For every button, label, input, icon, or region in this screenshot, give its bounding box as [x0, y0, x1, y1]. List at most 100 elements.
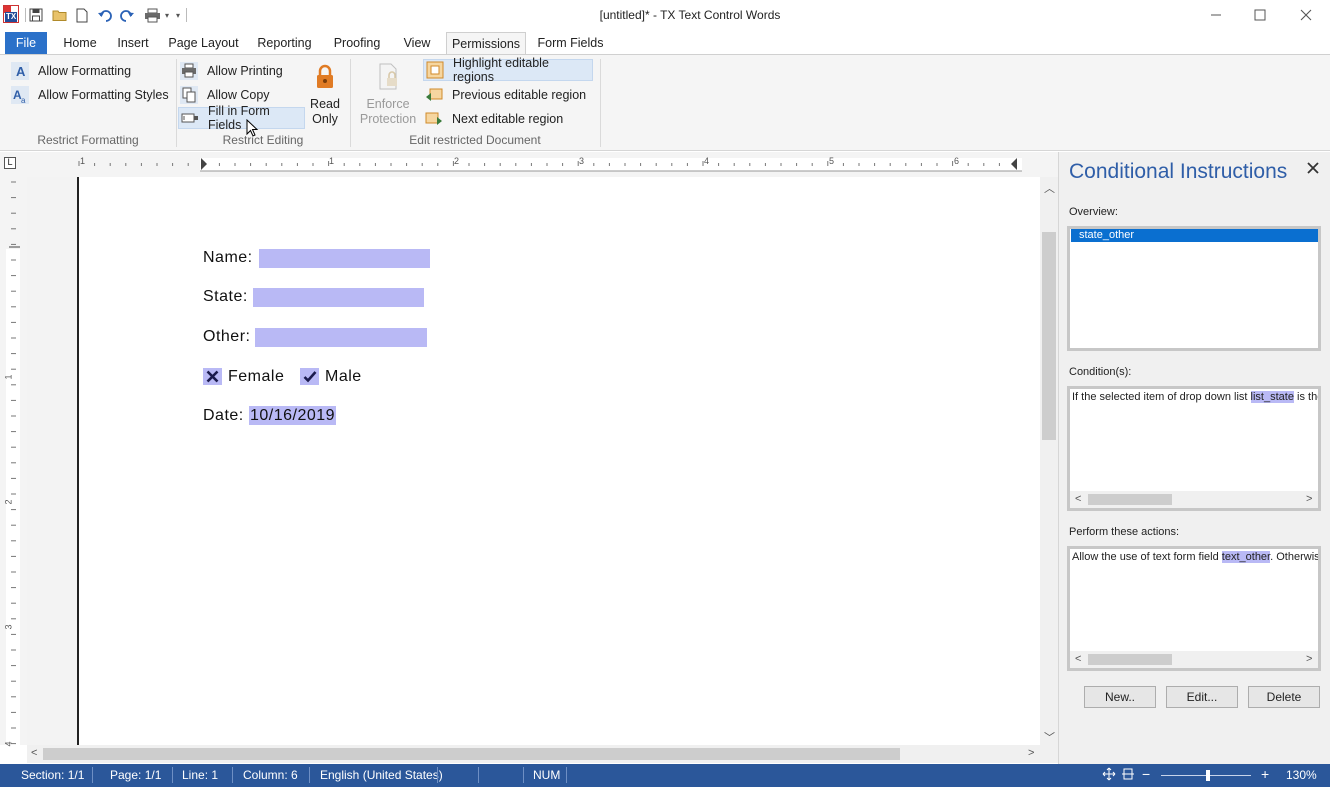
conditions-box[interactable]: If the selected item of drop down list l… — [1067, 386, 1321, 511]
document-page[interactable]: Name: State: Other: Female Male Date: 10… — [77, 177, 1040, 745]
menu-tabs: File Home Insert Page Layout Reporting P… — [0, 31, 1330, 55]
checkmark-icon — [303, 371, 316, 383]
scroll-left-icon[interactable]: < — [31, 747, 37, 759]
next-region-icon — [424, 109, 444, 129]
scroll-up-icon[interactable]: ︿ — [1044, 180, 1055, 196]
scroll-right-icon[interactable]: > — [1028, 747, 1034, 759]
horizontal-scrollbar[interactable]: < > — [1070, 491, 1318, 508]
allow-copy-button[interactable]: Allow Copy — [179, 84, 270, 106]
condition-text: If the selected item of drop down list l… — [1072, 391, 1318, 403]
minimize-icon[interactable] — [1193, 0, 1239, 30]
format-styles-icon: Aa — [10, 85, 30, 105]
enforce-protection-button[interactable]: Enforce Protection — [356, 63, 420, 127]
other-text-field[interactable] — [255, 328, 427, 347]
next-editable-region-button[interactable]: Next editable region — [424, 108, 563, 130]
highlight-editable-regions-label: Highlight editable regions — [453, 56, 549, 84]
actions-box[interactable]: Allow the use of text form field text_ot… — [1067, 546, 1321, 671]
highlight-editable-regions-button[interactable]: Highlight editable regions — [423, 56, 593, 84]
scroll-left-icon[interactable]: < — [1075, 653, 1081, 665]
tab-permissions[interactable]: Permissions — [446, 32, 526, 55]
fit-page-icon[interactable] — [1102, 767, 1116, 784]
tab-page-layout[interactable]: Page Layout — [165, 32, 242, 55]
group-label-restrict-editing: Restrict Editing — [222, 133, 304, 147]
horizontal-scrollbar[interactable]: < > — [27, 745, 1040, 763]
zoom-in-icon[interactable]: + — [1261, 766, 1269, 782]
previous-editable-region-button[interactable]: Previous editable region — [424, 84, 586, 106]
ruler-number: 1 — [329, 156, 335, 166]
horizontal-ruler[interactable]: L 1 1 2 3 4 5 6 — [0, 152, 1058, 177]
status-section: Section: 1/1 — [21, 768, 85, 782]
enforce-label-2: Protection — [359, 112, 417, 126]
ruler-number: 4 — [704, 156, 710, 166]
allow-formatting-button[interactable]: A Allow Formatting — [10, 60, 131, 82]
enforce-label-1: Enforce — [366, 97, 410, 111]
scroll-down-icon[interactable]: ﹀ — [1044, 729, 1055, 745]
scroll-thumb[interactable] — [1088, 654, 1172, 665]
fit-width-icon[interactable] — [1121, 767, 1135, 784]
scroll-thumb[interactable] — [1042, 232, 1056, 440]
ruler-number: 6 — [954, 156, 960, 166]
overview-list[interactable]: state_other — [1067, 226, 1321, 351]
tab-file[interactable]: File — [5, 32, 47, 55]
tab-proofing[interactable]: Proofing — [327, 32, 387, 55]
document-canvas[interactable]: Name: State: Other: Female Male Date: 10… — [27, 177, 1040, 745]
read-only-button[interactable]: Read Only — [309, 63, 341, 127]
maximize-icon[interactable] — [1237, 0, 1283, 30]
vertical-scrollbar[interactable]: ︿ ﹀ — [1040, 177, 1058, 745]
status-separator — [437, 767, 438, 783]
name-text-field[interactable] — [259, 249, 430, 268]
status-num: NUM — [533, 768, 561, 782]
group-label-edit-restricted: Edit restricted Document — [409, 133, 541, 147]
allow-formatting-styles-button[interactable]: Aa Allow Formatting Styles — [10, 84, 169, 106]
scroll-left-icon[interactable]: < — [1075, 493, 1081, 505]
tab-insert[interactable]: Insert — [112, 32, 154, 55]
window-title: [untitled]* - TX Text Control Words — [599, 8, 781, 22]
male-checkbox[interactable] — [300, 368, 319, 385]
scroll-right-icon[interactable]: > — [1306, 493, 1312, 505]
condition-field-link[interactable]: list_state — [1250, 391, 1294, 403]
ruler-number: 1 — [80, 156, 86, 166]
tab-view[interactable]: View — [398, 32, 436, 55]
vertical-ruler[interactable]: 1 2 3 4 — [0, 177, 27, 747]
edit-button[interactable]: Edit... — [1166, 686, 1238, 708]
svg-text:A: A — [16, 64, 26, 79]
scroll-right-icon[interactable]: > — [1306, 653, 1312, 665]
tab-home[interactable]: Home — [56, 32, 104, 55]
allow-printing-label: Allow Printing — [207, 64, 283, 78]
date-label: Date: — [203, 407, 244, 424]
state-dropdown-field[interactable] — [253, 288, 424, 307]
read-only-label-2: Only — [312, 112, 338, 126]
tab-form-fields[interactable]: Form Fields — [533, 32, 608, 55]
ruler-number: 5 — [829, 156, 835, 166]
ruler-number: 2 — [3, 499, 14, 505]
status-separator — [232, 767, 233, 783]
action-text-pre: Allow the use of text form field — [1072, 551, 1222, 563]
zoom-slider-thumb[interactable] — [1206, 770, 1210, 781]
status-line: Line: 1 — [182, 768, 219, 782]
action-field-link[interactable]: text_other — [1221, 551, 1271, 563]
list-item[interactable]: state_other — [1071, 229, 1318, 242]
previous-editable-region-label: Previous editable region — [452, 88, 587, 102]
allow-printing-button[interactable]: Allow Printing — [179, 60, 283, 82]
highlight-regions-icon — [425, 60, 445, 80]
previous-region-icon — [424, 85, 444, 105]
scroll-thumb[interactable] — [43, 748, 900, 760]
scroll-corner — [1040, 745, 1058, 763]
date-field[interactable]: 10/16/2019 — [249, 406, 337, 425]
close-icon[interactable] — [1283, 0, 1329, 30]
delete-button[interactable]: Delete — [1248, 686, 1320, 708]
new-button[interactable]: New.. — [1084, 686, 1156, 708]
name-label: Name: — [203, 249, 253, 266]
close-icon[interactable] — [1307, 158, 1319, 179]
next-editable-region-label: Next editable region — [452, 112, 564, 126]
panel-title: Conditional Instructions — [1069, 160, 1288, 183]
allow-copy-label: Allow Copy — [207, 88, 270, 102]
tab-reporting[interactable]: Reporting — [252, 32, 317, 55]
fill-in-form-fields-button[interactable]: Fill in Form Fields — [178, 104, 305, 132]
female-checkbox[interactable] — [203, 368, 222, 385]
read-only-label-1: Read — [310, 97, 340, 111]
zoom-out-icon[interactable]: − — [1142, 766, 1150, 782]
male-label: Male — [325, 368, 362, 385]
scroll-thumb[interactable] — [1088, 494, 1172, 505]
horizontal-scrollbar[interactable]: < > — [1070, 651, 1318, 668]
